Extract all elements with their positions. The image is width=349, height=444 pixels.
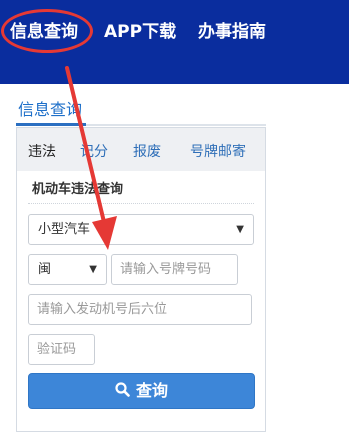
tab-points[interactable]: 记分: [80, 141, 108, 161]
tab-scrap[interactable]: 报废: [133, 141, 161, 161]
vehicle-type-select[interactable]: 小型汽车 ▼: [28, 214, 254, 245]
captcha-input[interactable]: 验证码: [28, 334, 95, 365]
province-select[interactable]: 闽 ▼: [28, 254, 107, 285]
province-value: 闽: [38, 262, 52, 277]
engine-number-input[interactable]: 请输入发动机号后六位: [28, 294, 252, 325]
nav-item-app-download[interactable]: APP下载: [104, 22, 176, 42]
top-navigation-bar: 信息查询 APP下载 办事指南: [0, 0, 349, 84]
form-divider: [28, 203, 254, 204]
caret-down-icon: ▼: [89, 264, 97, 275]
vehicle-type-value: 小型汽车: [38, 222, 91, 237]
annotation-circle: [1, 9, 93, 53]
form-title: 机动车违法查询: [32, 182, 124, 197]
section-active-indicator: [16, 123, 86, 126]
search-icon: [115, 375, 130, 409]
nav-item-service-guide[interactable]: 办事指南: [198, 22, 266, 42]
query-button-label: 查询: [135, 381, 168, 400]
plate-number-input[interactable]: 请输入号牌号码: [111, 254, 238, 285]
tab-plate-mail[interactable]: 号牌邮寄: [190, 141, 246, 161]
tab-violation[interactable]: 违法: [28, 141, 56, 161]
caret-down-icon: ▼: [236, 224, 244, 235]
query-button[interactable]: 查询: [28, 373, 255, 409]
section-title: 信息查询: [18, 100, 83, 119]
